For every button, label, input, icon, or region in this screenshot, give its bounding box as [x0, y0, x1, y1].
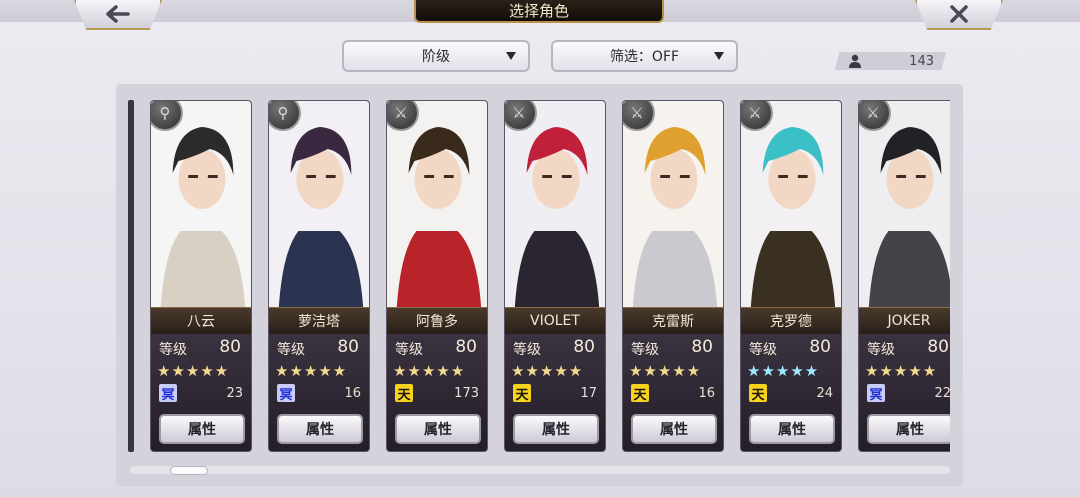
level-label: 等级	[277, 342, 305, 358]
character-name: 克罗德	[741, 307, 841, 335]
horizontal-scrollbar[interactable]	[130, 466, 950, 474]
character-stats: 等级 80 ★★★★★ 冥 16 属性	[269, 334, 369, 451]
character-name: 萝洁塔	[269, 307, 369, 335]
character-stats: 等级 80 ★★★★★ 冥 23 属性	[151, 334, 251, 451]
chevron-down-icon	[714, 52, 724, 60]
character-name: 阿鲁多	[387, 307, 487, 335]
star-rating: ★★★★★	[865, 362, 938, 380]
close-x-icon	[950, 5, 968, 23]
character-name: VIOLET	[505, 307, 605, 335]
level-value: 80	[809, 337, 831, 357]
grade-badge: 天	[513, 384, 531, 403]
level-value: 80	[455, 337, 477, 357]
character-number: 16	[698, 386, 715, 401]
character-number: 22	[934, 386, 950, 401]
grade-badge: 天	[631, 384, 649, 403]
filter-dropdown[interactable]: 筛选：OFF	[551, 40, 738, 72]
character-card[interactable]: ⚔ 克雷斯 等级 80 ★★★★★ 天 16 属性	[622, 100, 724, 452]
chevron-down-icon	[506, 52, 516, 60]
arrow-left-icon	[106, 5, 130, 23]
character-card[interactable]: ⚔ JOKER 等级 80 ★★★★★ 冥 22 属性	[858, 100, 950, 452]
level-label: 等级	[159, 342, 187, 358]
character-portrait[interactable]	[741, 101, 841, 307]
grade-badge: 冥	[867, 384, 885, 403]
level-label: 等级	[513, 342, 541, 358]
attribute-button[interactable]: 属性	[159, 414, 245, 444]
attribute-button[interactable]: 属性	[395, 414, 481, 444]
level-value: 80	[337, 337, 359, 357]
page-title: 选择角色	[414, 0, 664, 23]
character-number: 23	[226, 386, 243, 401]
character-number: 24	[816, 386, 833, 401]
character-card[interactable]: ⚔ 克罗德 等级 80 ★★★★★ 天 24 属性	[740, 100, 842, 452]
star-rating: ★★★★★	[747, 362, 820, 380]
character-stats: 等级 80 ★★★★★ 天 17 属性	[505, 334, 605, 451]
character-stats: 等级 80 ★★★★★ 天 24 属性	[741, 334, 841, 451]
character-name: 克雷斯	[623, 307, 723, 335]
character-stats: 等级 80 ★★★★★ 天 16 属性	[623, 334, 723, 451]
character-card[interactable]: ⚔ 阿鲁多 等级 80 ★★★★★ 天 173 属性	[386, 100, 488, 452]
level-label: 等级	[631, 342, 659, 358]
close-button[interactable]	[915, 0, 1003, 30]
attribute-button[interactable]: 属性	[513, 414, 599, 444]
character-number: 173	[454, 386, 479, 401]
character-count: 143	[835, 52, 946, 70]
level-value: 80	[573, 337, 595, 357]
grade-badge: 冥	[277, 384, 295, 403]
user-icon	[849, 54, 861, 68]
character-portrait[interactable]	[859, 101, 950, 307]
rank-dropdown[interactable]: 阶级	[342, 40, 530, 72]
filter-dropdown-label: 筛选：OFF	[609, 49, 680, 65]
character-stats: 等级 80 ★★★★★ 天 173 属性	[387, 334, 487, 451]
character-portrait[interactable]	[505, 101, 605, 307]
level-label: 等级	[867, 342, 895, 358]
character-name: 八云	[151, 307, 251, 335]
scrollbar-thumb[interactable]	[170, 466, 208, 475]
level-value: 80	[219, 337, 241, 357]
character-portrait[interactable]	[269, 101, 369, 307]
character-portrait[interactable]	[623, 101, 723, 307]
grade-badge: 冥	[159, 384, 177, 403]
level-label: 等级	[749, 342, 777, 358]
rank-dropdown-label: 阶级	[422, 49, 450, 65]
character-card[interactable]: ⚲ 八云 等级 80 ★★★★★ 冥 23 属性	[150, 100, 252, 452]
back-button[interactable]	[74, 0, 162, 30]
attribute-button[interactable]: 属性	[867, 414, 950, 444]
star-rating: ★★★★★	[393, 362, 466, 380]
character-number: 17	[580, 386, 597, 401]
character-card[interactable]: ⚔ VIOLET 等级 80 ★★★★★ 天 17 属性	[504, 100, 606, 452]
character-name: JOKER	[859, 307, 950, 335]
star-rating: ★★★★★	[511, 362, 584, 380]
character-portrait[interactable]	[387, 101, 487, 307]
attribute-button[interactable]: 属性	[749, 414, 835, 444]
character-number: 16	[344, 386, 361, 401]
attribute-button[interactable]: 属性	[631, 414, 717, 444]
star-rating: ★★★★★	[275, 362, 348, 380]
character-card[interactable]: ⚲ 萝洁塔 等级 80 ★★★★★ 冥 16 属性	[268, 100, 370, 452]
level-value: 80	[691, 337, 713, 357]
character-stats: 等级 80 ★★★★★ 冥 22 属性	[859, 334, 950, 451]
character-list[interactable]: ⚲ 八云 等级 80 ★★★★★ 冥 23 属性 ⚲ 萝洁塔 等级 80 ★★★…	[130, 96, 950, 456]
level-label: 等级	[395, 342, 423, 358]
attribute-button[interactable]: 属性	[277, 414, 363, 444]
grade-badge: 天	[395, 384, 413, 403]
level-value: 80	[927, 337, 949, 357]
grade-badge: 天	[749, 384, 767, 403]
star-rating: ★★★★★	[629, 362, 702, 380]
star-rating: ★★★★★	[157, 362, 230, 380]
character-portrait[interactable]	[151, 101, 251, 307]
character-count-value: 143	[909, 53, 934, 69]
